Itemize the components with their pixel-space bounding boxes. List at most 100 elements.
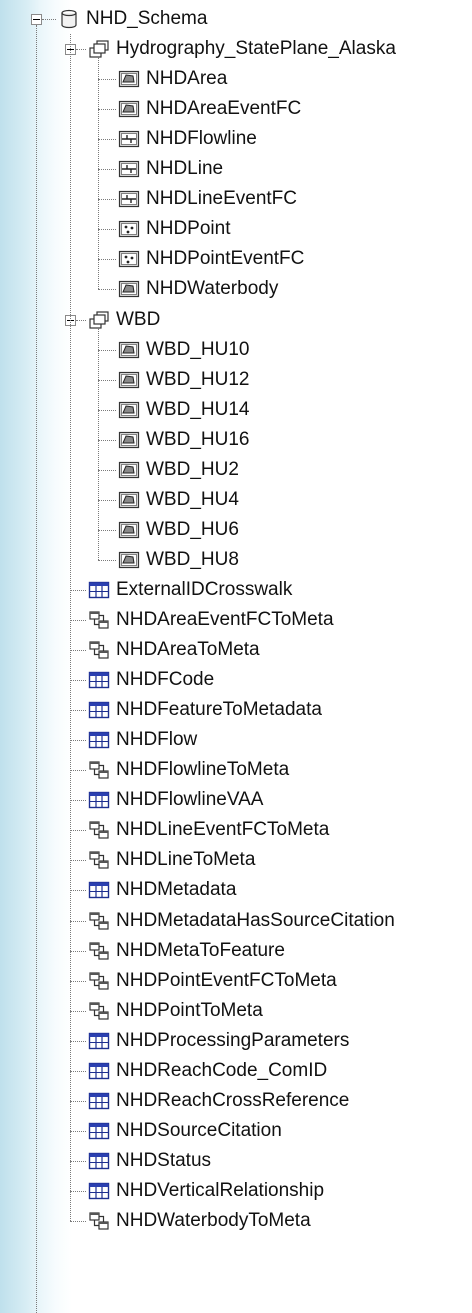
tree-node-feature-class[interactable]: WBD_HU8 xyxy=(118,545,239,575)
relationship-class-icon xyxy=(88,971,110,991)
tree-node-label: WBD_HU16 xyxy=(146,428,250,450)
tree-connector-line xyxy=(98,439,116,441)
tree-connector-line xyxy=(70,680,86,682)
tree-connector-line xyxy=(98,289,116,291)
feature-dataset-icon xyxy=(88,39,110,59)
table-icon xyxy=(88,1061,110,1081)
tree-node-label: Hydrography_StatePlane_Alaska xyxy=(116,38,396,60)
tree-node-feature-class[interactable]: NHDPointEventFC xyxy=(118,244,304,274)
tree-node-object[interactable]: NHDAreaToMeta xyxy=(88,635,260,665)
tree-node-feature-class[interactable]: WBD_HU4 xyxy=(118,485,239,515)
tree-node-object[interactable]: NHDPointToMeta xyxy=(88,996,263,1026)
point-feature-class-icon xyxy=(118,249,140,269)
table-icon xyxy=(88,1151,110,1171)
table-icon xyxy=(88,700,110,720)
tree-node-object[interactable]: NHDSourceCitation xyxy=(88,1116,282,1146)
tree-connector-line xyxy=(98,529,116,531)
tree-node-feature-class[interactable]: NHDLineEventFC xyxy=(118,184,297,214)
tree-node-object[interactable]: NHDWaterbodyToMeta xyxy=(88,1206,311,1236)
database-icon xyxy=(58,9,80,29)
table-icon xyxy=(88,1091,110,1111)
tree-connector-line xyxy=(98,169,116,171)
polygon-feature-class-icon xyxy=(118,520,140,540)
tree-node-root[interactable]: NHD_Schema xyxy=(58,4,207,34)
tree-node-object[interactable]: NHDStatus xyxy=(88,1146,211,1176)
tree-node-label: NHDAreaToMeta xyxy=(116,639,260,661)
line-feature-class-icon xyxy=(118,159,140,179)
tree-node-feature-class[interactable]: NHDWaterbody xyxy=(118,274,278,304)
polygon-feature-class-icon xyxy=(118,340,140,360)
tree-connector-line xyxy=(98,57,99,290)
tree-node-label: NHDLineEventFCToMeta xyxy=(116,819,330,841)
table-icon xyxy=(88,1121,110,1141)
relationship-class-icon xyxy=(88,760,110,780)
tree-node-feature-dataset[interactable]: Hydrography_StatePlane_Alaska xyxy=(88,34,396,64)
tree-node-object[interactable]: NHDFlow xyxy=(88,725,197,755)
tree-connector-line xyxy=(76,319,86,321)
tree-connector-line xyxy=(98,79,116,81)
tree-connector-line xyxy=(98,349,116,351)
tree-node-label: NHDMetadataHasSourceCitation xyxy=(116,909,395,931)
tree-node-label: NHDMetadata xyxy=(116,879,237,901)
tree-node-object[interactable]: NHDMetadata xyxy=(88,875,236,905)
tree-node-object[interactable]: NHDReachCode_ComID xyxy=(88,1056,327,1086)
tree-node-label: NHDAreaEventFCToMeta xyxy=(116,609,334,630)
tree-node-feature-class[interactable]: WBD_HU6 xyxy=(118,515,239,545)
polygon-feature-class-icon xyxy=(118,279,140,299)
tree-node-object[interactable]: NHDReachCrossReference xyxy=(88,1086,349,1116)
tree-node-label: NHDSourceCitation xyxy=(116,1119,282,1141)
tree-node-feature-class[interactable]: NHDPoint xyxy=(118,214,230,244)
tree-node-label: ExternalIDCrosswalk xyxy=(116,578,293,600)
tree-connector-line xyxy=(98,139,116,141)
tree-connector-line xyxy=(98,259,116,261)
tree-node-object[interactable]: NHDMetadataHasSourceCitation xyxy=(88,906,395,936)
tree-node-object[interactable]: NHDFlowlineVAA xyxy=(88,785,263,815)
tree-node-object[interactable]: NHDFlowlineToMeta xyxy=(88,755,289,785)
relationship-class-icon xyxy=(88,820,110,840)
tree-connector-line xyxy=(70,710,86,712)
tree-node-feature-class[interactable]: NHDAreaEventFC xyxy=(118,94,301,124)
tree-node-object[interactable]: NHDFeatureToMetadata xyxy=(88,695,322,725)
tree-node-object[interactable]: NHDMetaToFeature xyxy=(88,936,285,966)
tree-node-object[interactable]: NHDLineToMeta xyxy=(88,845,255,875)
tree-node-feature-class[interactable]: WBD_HU10 xyxy=(118,335,249,365)
collapse-toggle-root[interactable] xyxy=(31,14,42,25)
tree-connector-line xyxy=(70,1160,86,1162)
tree-node-feature-class[interactable]: WBD_HU16 xyxy=(118,425,249,455)
tree-node-feature-class[interactable]: WBD_HU14 xyxy=(118,395,249,425)
tree-node-feature-class[interactable]: NHDArea xyxy=(118,64,227,94)
relationship-class-icon xyxy=(88,911,110,931)
tree-node-object[interactable]: NHDLineEventFCToMeta xyxy=(88,815,329,845)
tree-node-label: NHDMetaToFeature xyxy=(116,939,285,961)
tree-node-object[interactable]: NHDVerticalRelationship xyxy=(88,1176,324,1206)
tree-connector-line xyxy=(76,49,86,51)
tree-node-feature-class[interactable]: WBD_HU2 xyxy=(118,455,239,485)
tree-node-object[interactable]: NHDPointEventFCToMeta xyxy=(88,966,337,996)
tree-connector-line xyxy=(98,409,116,411)
tree-node-object[interactable]: ExternalIDCrosswalk xyxy=(88,575,292,605)
tree-connector-line xyxy=(70,800,86,802)
tree-connector-line xyxy=(98,199,116,201)
tree-connector-line xyxy=(98,469,116,471)
tree-node-label: NHDFlowline xyxy=(146,128,257,150)
line-feature-class-icon xyxy=(118,129,140,149)
tree-node-label: NHDVerticalRelationship xyxy=(116,1179,325,1201)
tree-node-object[interactable]: NHDFCode xyxy=(88,665,214,695)
tree-connector-line xyxy=(70,620,86,621)
polygon-feature-class-icon xyxy=(118,460,140,480)
tree-connector-line xyxy=(98,499,116,501)
tree-node-feature-class[interactable]: WBD_HU12 xyxy=(118,365,249,395)
tree-connector-line xyxy=(70,830,86,832)
tree-node-feature-class[interactable]: NHDLine xyxy=(118,154,223,184)
tree-connector-line xyxy=(98,229,116,231)
table-icon xyxy=(88,670,110,690)
tree-node-feature-class[interactable]: NHDFlowline xyxy=(118,124,257,154)
tree-connector-line xyxy=(70,1070,86,1072)
tree-node-object[interactable]: NHDProcessingParameters xyxy=(88,1026,349,1056)
tree-node-object[interactable]: NHDAreaEventFCToMeta xyxy=(88,605,334,635)
tree-connector-line xyxy=(42,19,56,20)
polygon-feature-class-icon xyxy=(118,550,140,570)
tree-connector-line xyxy=(98,559,116,561)
relationship-class-icon xyxy=(88,610,110,630)
relationship-class-icon xyxy=(88,1001,110,1021)
